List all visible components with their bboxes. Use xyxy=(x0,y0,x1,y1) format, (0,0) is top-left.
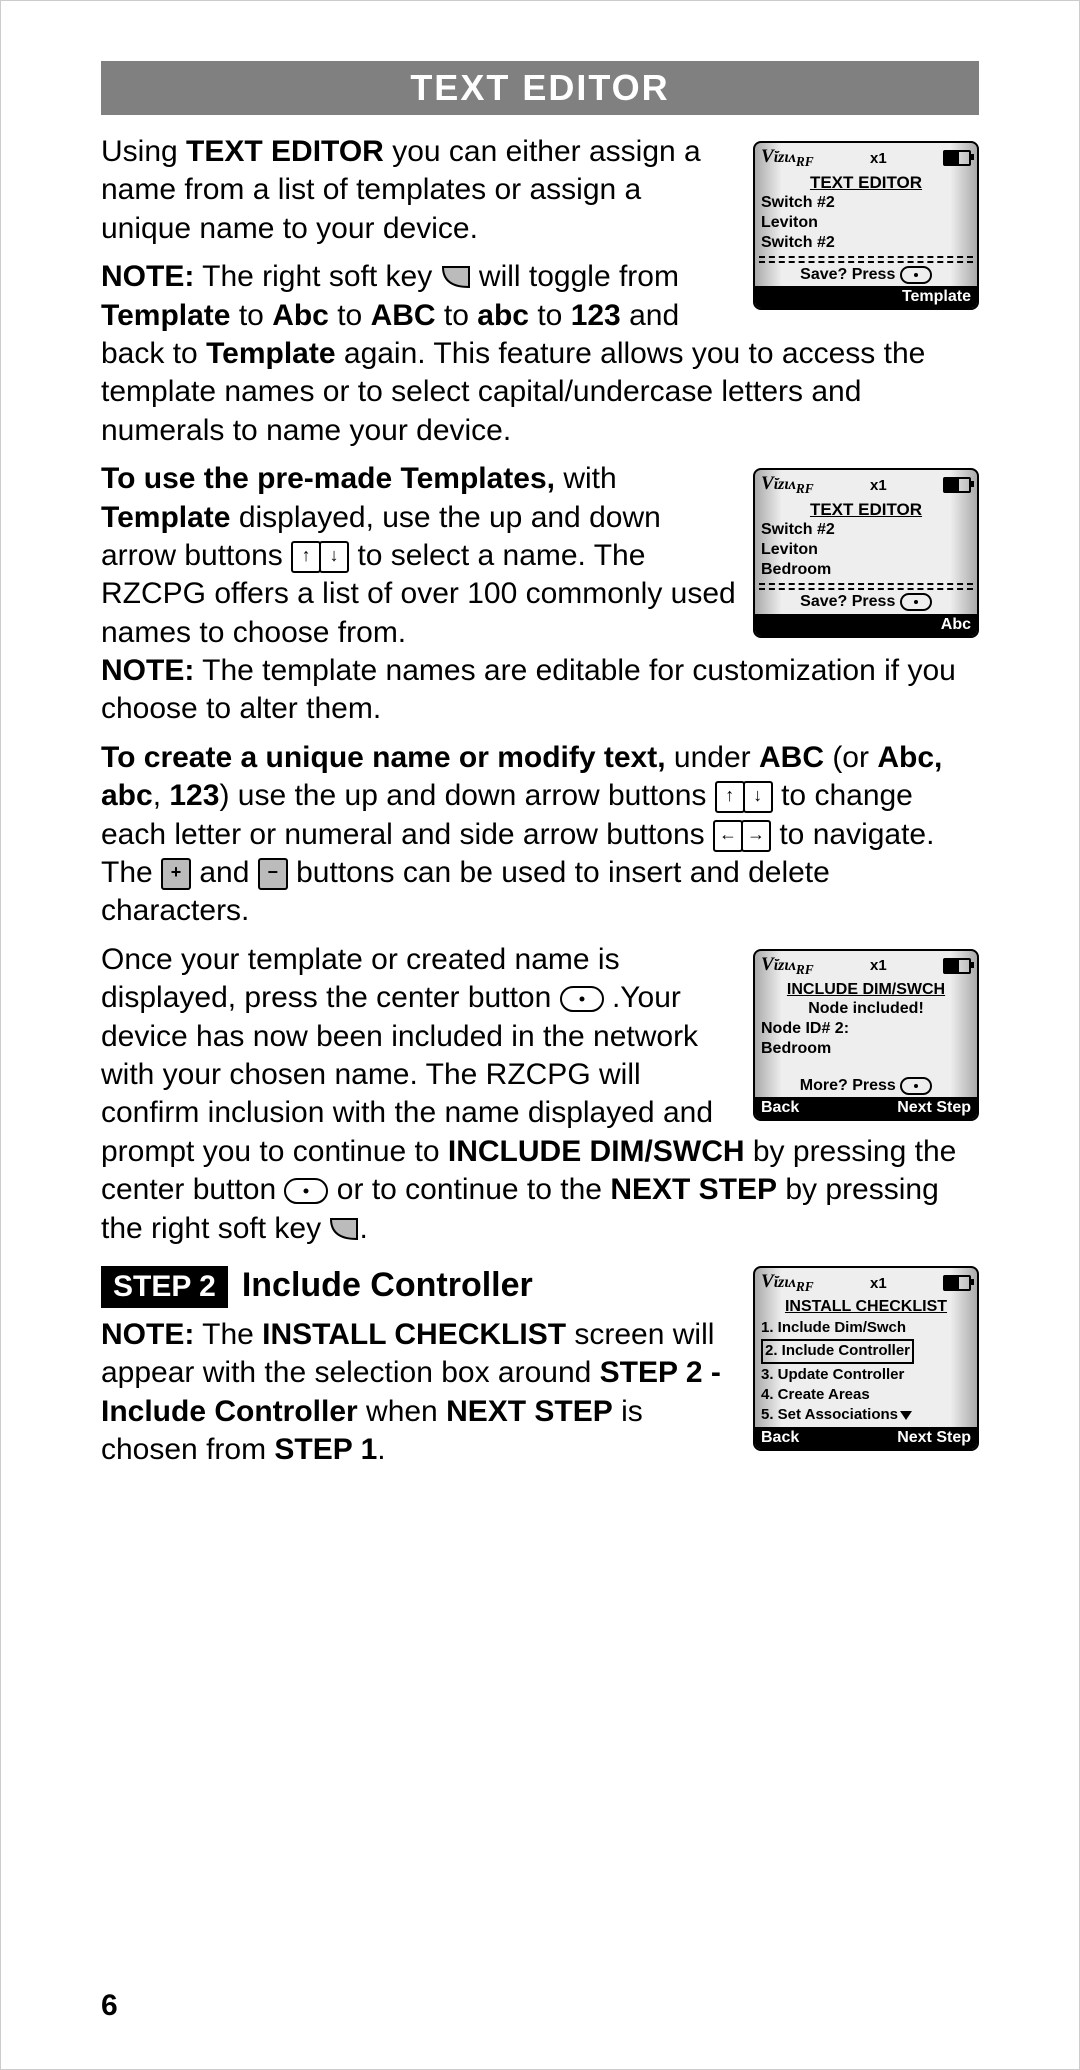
left-arrow-key-icon: ← xyxy=(713,820,743,852)
center-button-icon xyxy=(560,986,604,1012)
brand-logo: VῐzιʌRF xyxy=(761,954,814,978)
device-screen-include-dim-swch: VῐzιʌRF x1 INCLUDE DIM/SWCH Node include… xyxy=(753,949,979,1121)
battery-icon xyxy=(943,1275,971,1291)
plus-key-icon: + xyxy=(161,858,191,890)
screen-title: INCLUDE DIM/SWCH xyxy=(759,981,973,999)
center-button-icon xyxy=(900,1077,932,1095)
section-header: TEXT EDITOR xyxy=(101,61,979,115)
center-button-icon xyxy=(900,593,932,611)
checklist-item: 3. Update Controller xyxy=(761,1365,971,1385)
step-heading: STEP 2 Include Controller xyxy=(101,1266,739,1308)
softkey-left-label: Back xyxy=(761,1429,799,1447)
paragraph: To create a unique name or modify text, … xyxy=(101,739,979,931)
device-screen-text-editor-template: VῐzιʌRF x1 TEXT EDITOR Switch #2 Leviton… xyxy=(753,141,979,310)
page-number: 6 xyxy=(101,1989,118,2023)
checklist-item: 5. Set Associations xyxy=(761,1405,971,1425)
softkey-right-label: Abc xyxy=(941,616,971,634)
minus-key-icon: − xyxy=(258,858,288,890)
step-chip: STEP 2 xyxy=(101,1266,228,1308)
device-screen-install-checklist: VῐzιʌRF x1 INSTALL CHECKLIST 1. Include … xyxy=(753,1266,979,1451)
screen-title: TEXT EDITOR xyxy=(759,173,973,193)
triangle-down-icon xyxy=(900,1411,912,1420)
brand-logo: VῐzιʌRF xyxy=(761,473,814,497)
up-arrow-key-icon: ↑ xyxy=(715,781,745,813)
brand-logo: VῐzιʌRF xyxy=(761,146,814,170)
brand-logo: VῐzιʌRF xyxy=(761,1271,814,1295)
checklist-item: 1. Include Dim/Swch xyxy=(761,1318,971,1338)
right-arrow-key-icon: → xyxy=(741,820,771,852)
down-arrow-key-icon: ↓ xyxy=(743,781,773,813)
step-title: Include Controller xyxy=(242,1266,533,1305)
up-arrow-key-icon: ↑ xyxy=(291,541,321,573)
signal-label: x1 xyxy=(870,477,887,494)
softkey-right-label: Next Step xyxy=(897,1099,971,1117)
battery-icon xyxy=(943,150,971,166)
softkey-right-label: Template xyxy=(902,288,971,306)
signal-label: x1 xyxy=(870,1275,887,1292)
center-button-icon xyxy=(284,1178,328,1204)
checklist-item-selected: 2. Include Controller xyxy=(761,1339,914,1363)
right-soft-key-icon xyxy=(441,265,471,291)
battery-icon xyxy=(943,958,971,974)
device-screen-text-editor-abc: VῐzιʌRF x1 TEXT EDITOR Switch #2 Leviton… xyxy=(753,468,979,637)
signal-label: x1 xyxy=(870,957,887,974)
signal-label: x1 xyxy=(870,150,887,167)
checklist-item: 4. Create Areas xyxy=(761,1385,971,1405)
right-soft-key-icon xyxy=(329,1217,359,1243)
screen-title: TEXT EDITOR xyxy=(759,500,973,520)
battery-icon xyxy=(943,477,971,493)
softkey-left-label: Back xyxy=(761,1099,799,1117)
softkey-right-label: Next Step xyxy=(897,1429,971,1447)
down-arrow-key-icon: ↓ xyxy=(319,541,349,573)
center-button-icon xyxy=(900,266,932,284)
screen-title: INSTALL CHECKLIST xyxy=(759,1298,973,1316)
